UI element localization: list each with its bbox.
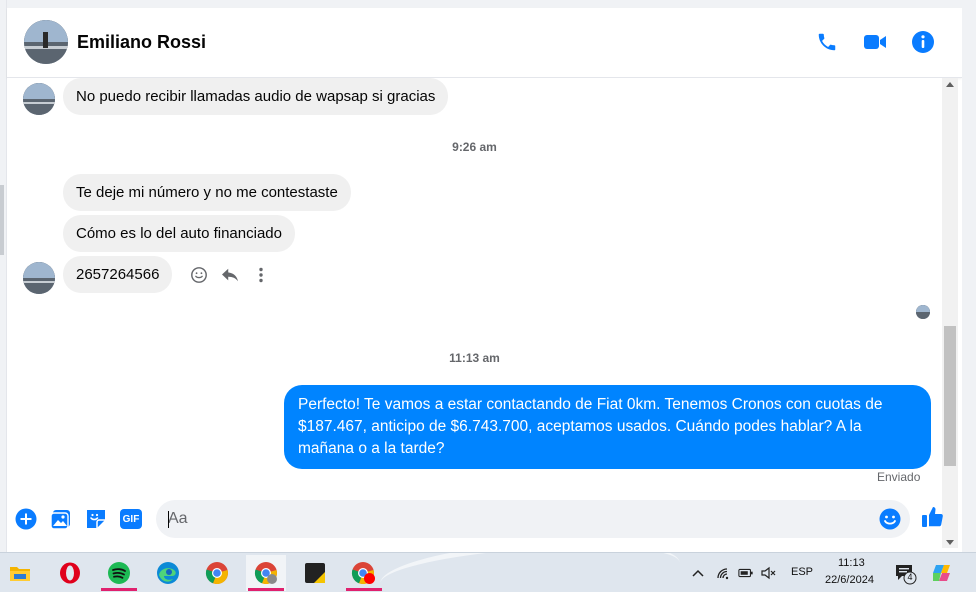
spotify-icon[interactable]	[99, 555, 139, 591]
clock-date[interactable]: 22/6/2024	[825, 574, 874, 586]
language-indicator[interactable]: ESP	[791, 566, 813, 578]
message-status: Enviado	[877, 470, 921, 484]
thumbs-up-icon[interactable]	[921, 505, 945, 529]
file-explorer-icon[interactable]	[0, 555, 40, 591]
wifi-icon[interactable]	[716, 565, 732, 581]
phone-icon[interactable]	[813, 28, 841, 56]
sticker-icon[interactable]	[84, 507, 108, 531]
more-options-icon[interactable]	[250, 264, 272, 286]
react-icon[interactable]	[188, 264, 210, 286]
message-list: No puedo recibir llamadas audio de wapsa…	[7, 78, 942, 490]
clock-time[interactable]: 11:13	[838, 557, 865, 569]
windows-taskbar: ESP 11:13 22/6/2024 4	[0, 552, 976, 592]
app-running-indicator	[346, 588, 382, 591]
app-running-indicator	[248, 588, 284, 591]
contact-avatar[interactable]	[24, 20, 68, 64]
contact-avatar-small	[23, 262, 55, 294]
notification-count: 4	[907, 572, 913, 582]
taskbar-wallpaper-swirl	[378, 553, 682, 592]
gif-label: GIF	[120, 509, 142, 529]
sticky-notes-icon[interactable]	[295, 555, 335, 591]
edge-icon[interactable]	[148, 555, 188, 591]
conversation-header: Emiliano Rossi	[7, 8, 962, 78]
composer-bar: GIF	[7, 490, 945, 548]
chrome-profile-icon[interactable]	[246, 555, 286, 591]
left-panel-mark	[0, 185, 4, 255]
message-input-container[interactable]	[156, 500, 910, 538]
incoming-message[interactable]: No puedo recibir llamadas audio de wapsa…	[63, 78, 449, 115]
timestamp: 11:13 am	[449, 351, 500, 365]
seen-indicator-avatar	[916, 305, 930, 319]
app-running-indicator	[101, 588, 137, 591]
incoming-message[interactable]: Te deje mi número y no me contestaste	[63, 174, 351, 211]
outgoing-message[interactable]: Perfecto! Te vamos a estar contactando d…	[284, 385, 931, 469]
emoji-icon[interactable]	[879, 508, 903, 532]
scroll-down-arrow-icon[interactable]	[946, 540, 954, 545]
window-top-strip	[0, 0, 976, 8]
text-caret	[168, 511, 169, 528]
notification-center-icon[interactable]: 4	[894, 563, 918, 585]
photo-gallery-icon[interactable]	[49, 507, 73, 531]
incoming-message[interactable]: 2657264566	[63, 256, 173, 293]
left-panel-edge	[0, 0, 7, 552]
plus-circle-icon[interactable]	[14, 507, 38, 531]
copilot-icon[interactable]	[932, 563, 954, 583]
contact-name[interactable]: Emiliano Rossi	[77, 32, 206, 53]
scrollbar-thumb[interactable]	[944, 326, 956, 466]
chrome-icon[interactable]	[197, 555, 237, 591]
chat-scrollbar[interactable]	[942, 78, 958, 548]
info-icon[interactable]	[909, 28, 937, 56]
chevron-up-icon[interactable]	[690, 565, 706, 581]
scroll-up-arrow-icon[interactable]	[946, 82, 954, 87]
incoming-message[interactable]: Cómo es lo del auto financiado	[63, 215, 295, 252]
speaker-muted-icon[interactable]	[761, 565, 777, 581]
contact-avatar-small	[23, 83, 55, 115]
message-input[interactable]	[168, 500, 858, 538]
gif-icon[interactable]: GIF	[118, 507, 144, 531]
chrome-notification-icon[interactable]	[344, 555, 384, 591]
timestamp: 9:26 am	[452, 140, 497, 154]
window-right-edge	[962, 0, 976, 552]
battery-icon[interactable]	[738, 565, 754, 581]
video-icon[interactable]	[861, 28, 889, 56]
reply-icon[interactable]	[219, 264, 241, 286]
messenger-window: Emiliano Rossi No puedo recibir llamadas…	[0, 0, 976, 552]
opera-icon[interactable]	[50, 555, 90, 591]
